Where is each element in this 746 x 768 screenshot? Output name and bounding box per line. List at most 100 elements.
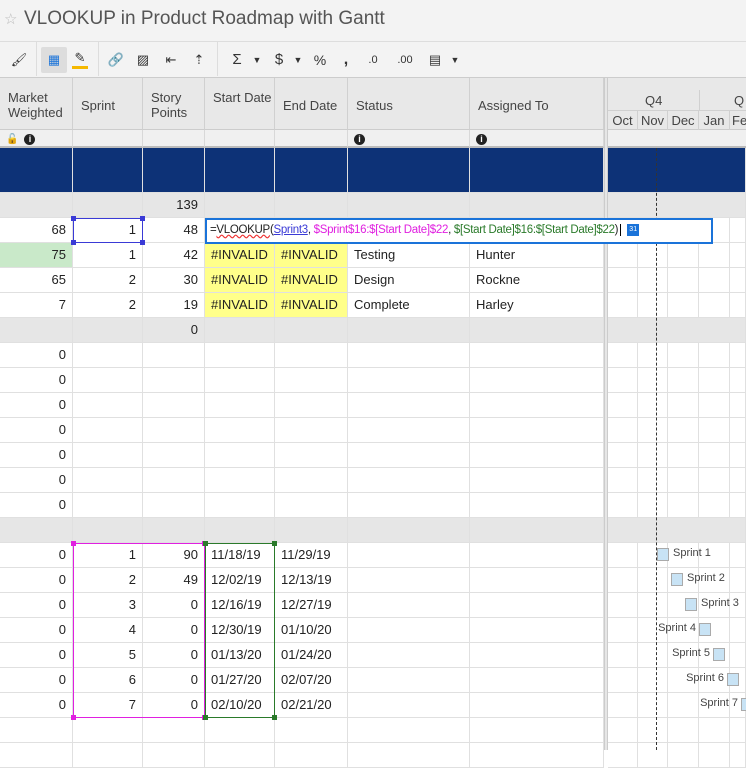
cell-start-date[interactable]: #INVALID	[205, 293, 275, 318]
cell-status[interactable]	[348, 593, 470, 618]
cell-end-date[interactable]	[275, 743, 348, 768]
cell-assigned-to[interactable]	[470, 743, 604, 768]
date-format-dropdown-icon[interactable]: ▼	[442, 47, 468, 73]
cell-story-points[interactable]: 0	[143, 593, 205, 618]
gantt-bar[interactable]	[741, 698, 746, 711]
cell-start-date[interactable]: 01/13/20	[205, 643, 275, 668]
cell-start-date[interactable]	[205, 468, 275, 493]
cell-story-points[interactable]: 49	[143, 568, 205, 593]
cell-assigned-to[interactable]	[470, 343, 604, 368]
cell-status[interactable]	[348, 568, 470, 593]
cell-assigned-to[interactable]	[470, 443, 604, 468]
calendar-icon[interactable]: 31	[627, 223, 640, 236]
cell-market-weighted[interactable]: 7	[0, 293, 73, 318]
cell-start-date[interactable]	[205, 318, 275, 343]
cell-story-points[interactable]: 139	[143, 193, 205, 218]
cell-story-points[interactable]: 0	[143, 693, 205, 718]
cell-story-points[interactable]	[143, 393, 205, 418]
cell-assigned-to[interactable]: Rockne	[470, 268, 604, 293]
cell-story-points[interactable]	[143, 518, 205, 543]
image-icon[interactable]: ▨	[130, 47, 156, 73]
info-icon[interactable]: i	[24, 134, 36, 145]
cell-sprint[interactable]: 6	[73, 668, 143, 693]
cell-status[interactable]	[348, 443, 470, 468]
cell-start-date[interactable]	[205, 343, 275, 368]
cell-end-date[interactable]: 12/27/19	[275, 593, 348, 618]
cell-end-date[interactable]: 02/07/20	[275, 668, 348, 693]
column-header-market-weighted[interactable]: Market Weighted	[0, 78, 73, 130]
decrease-decimal-icon[interactable]: .0	[360, 47, 386, 73]
cell-sprint[interactable]	[73, 393, 143, 418]
comma-icon[interactable]: ,	[333, 47, 359, 73]
outdent-icon[interactable]: ⇡	[186, 47, 212, 73]
cell-end-date[interactable]: #INVALID	[275, 243, 348, 268]
cell-market-weighted[interactable]: 0	[0, 593, 73, 618]
cell-status[interactable]	[348, 618, 470, 643]
cell-market-weighted[interactable]: 0	[0, 693, 73, 718]
cell-end-date[interactable]	[275, 318, 348, 343]
cell-end-date[interactable]	[275, 148, 348, 193]
gantt-bar[interactable]	[727, 673, 739, 686]
cell-end-date[interactable]	[275, 518, 348, 543]
cell-end-date[interactable]: 01/24/20	[275, 643, 348, 668]
cell-status[interactable]	[348, 693, 470, 718]
info-icon[interactable]: i	[354, 134, 365, 145]
cell-market-weighted[interactable]: 0	[0, 443, 73, 468]
cell-end-date[interactable]: 02/21/20	[275, 693, 348, 718]
cell-market-weighted[interactable]: 0	[0, 668, 73, 693]
cell-assigned-to[interactable]	[470, 493, 604, 518]
cell-sprint[interactable]: 2	[73, 568, 143, 593]
cell-sprint[interactable]	[73, 518, 143, 543]
cell-sprint[interactable]	[73, 468, 143, 493]
cell-assigned-to[interactable]: Harley	[470, 293, 604, 318]
cell-status[interactable]	[348, 518, 470, 543]
cell-assigned-to[interactable]	[470, 518, 604, 543]
cell-end-date[interactable]: #INVALID	[275, 293, 348, 318]
cell-sprint[interactable]: 4	[73, 618, 143, 643]
cell-start-date[interactable]: #INVALID	[205, 243, 275, 268]
cell-story-points[interactable]	[143, 368, 205, 393]
gantt-bar[interactable]	[657, 548, 669, 561]
cell-status[interactable]	[348, 418, 470, 443]
cell-sprint[interactable]: 1	[73, 543, 143, 568]
highlight-icon[interactable]: ✎	[72, 47, 88, 69]
cell-market-weighted[interactable]	[0, 193, 73, 218]
favorite-star-icon[interactable]: ☆	[4, 10, 17, 28]
column-header-story-points[interactable]: Story Points	[143, 78, 205, 130]
cell-end-date[interactable]: 12/13/19	[275, 568, 348, 593]
cell-story-points[interactable]	[143, 343, 205, 368]
cell-sprint[interactable]: 2	[73, 293, 143, 318]
cell-start-date[interactable]	[205, 743, 275, 768]
cell-status[interactable]	[348, 543, 470, 568]
cell-status[interactable]	[348, 148, 470, 193]
cell-status[interactable]	[348, 343, 470, 368]
cell-sprint[interactable]	[73, 318, 143, 343]
cell-assigned-to[interactable]	[470, 543, 604, 568]
gantt-bar[interactable]	[671, 573, 683, 586]
cell-market-weighted[interactable]	[0, 318, 73, 343]
gantt-bar[interactable]	[685, 598, 697, 611]
cell-end-date[interactable]	[275, 343, 348, 368]
cell-sprint[interactable]	[73, 148, 143, 193]
cell-start-date[interactable]: 12/16/19	[205, 593, 275, 618]
cell-assigned-to[interactable]	[470, 643, 604, 668]
cell-start-date[interactable]	[205, 518, 275, 543]
cell-sprint[interactable]	[73, 368, 143, 393]
cell-status[interactable]	[348, 368, 470, 393]
cell-status[interactable]	[348, 718, 470, 743]
column-header-sprint[interactable]: Sprint	[73, 78, 143, 130]
cell-status[interactable]: Design	[348, 268, 470, 293]
cell-sprint[interactable]	[73, 418, 143, 443]
cell-story-points[interactable]: 0	[143, 618, 205, 643]
cell-end-date[interactable]: 01/10/20	[275, 618, 348, 643]
cell-start-date[interactable]	[205, 418, 275, 443]
cell-story-points[interactable]	[143, 718, 205, 743]
cell-assigned-to[interactable]	[470, 193, 604, 218]
cell-market-weighted[interactable]: 0	[0, 543, 73, 568]
cell-sprint[interactable]	[73, 718, 143, 743]
cell-assigned-to[interactable]	[470, 718, 604, 743]
cell-market-weighted[interactable]	[0, 743, 73, 768]
cell-end-date[interactable]: #INVALID	[275, 268, 348, 293]
cell-story-points[interactable]: 0	[143, 668, 205, 693]
cell-status[interactable]	[348, 668, 470, 693]
